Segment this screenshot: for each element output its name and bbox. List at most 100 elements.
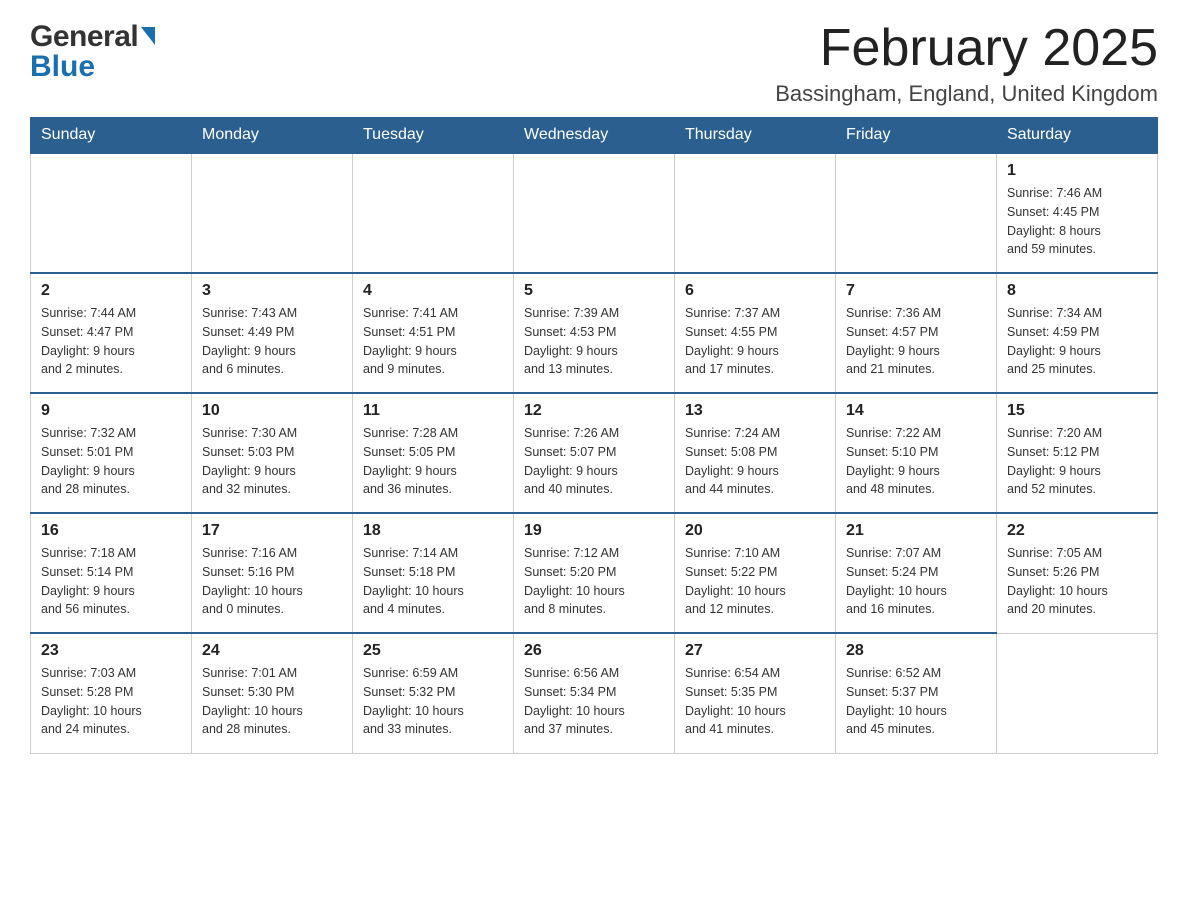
calendar-cell: 18Sunrise: 7:14 AM Sunset: 5:18 PM Dayli… <box>353 513 514 633</box>
day-number: 26 <box>524 642 664 660</box>
day-number: 8 <box>1007 282 1147 300</box>
day-info: Sunrise: 7:20 AM Sunset: 5:12 PM Dayligh… <box>1007 424 1147 499</box>
calendar-week-row: 23 Sunrise: 7:03 AM Sunset: 5:28 PM Dayli… <box>31 633 1158 753</box>
day-info: Sunrise: 7:24 AM Sunset: 5:08 PM Dayligh… <box>685 424 825 499</box>
day-info: Sunrise: 7:34 AM Sunset: 4:59 PM Dayligh… <box>1007 304 1147 379</box>
calendar-cell: 25Sunrise: 6:59 AM Sunset: 5:32 PM Dayli… <box>353 633 514 753</box>
calendar-cell <box>31 153 192 273</box>
calendar-cell: 12 Sunrise: 7:26 AM Sunset: 5:07 PM Dayli… <box>514 393 675 513</box>
day-number: 12 <box>524 402 664 420</box>
day-info: Sunrise: 6:56 AM Sunset: 5:34 PM Dayligh… <box>524 664 664 739</box>
day-number: 7 <box>846 282 986 300</box>
day-info: Sunrise: 7:16 AM Sunset: 5:16 PM Dayligh… <box>202 544 342 619</box>
calendar-cell <box>997 633 1158 753</box>
calendar-cell: 4 Sunrise: 7:41 AM Sunset: 4:51 PM Daylig… <box>353 273 514 393</box>
day-info: Sunrise: 7:46 AM Sunset: 4:45 PM Dayligh… <box>1007 184 1147 259</box>
day-number: 27 <box>685 642 825 660</box>
day-number: 2 <box>41 282 181 300</box>
calendar-week-row: 9 Sunrise: 7:32 AM Sunset: 5:01 PM Daylig… <box>31 393 1158 513</box>
calendar-cell: 13 Sunrise: 7:24 AM Sunset: 5:08 PM Dayli… <box>675 393 836 513</box>
day-info: Sunrise: 7:44 AM Sunset: 4:47 PM Dayligh… <box>41 304 181 379</box>
page-header: General Blue February 2025 Bassingham, E… <box>30 20 1158 107</box>
calendar-title: February 2025 <box>775 20 1158 77</box>
day-number: 11 <box>363 402 503 420</box>
day-info: Sunrise: 6:52 AM Sunset: 5:37 PM Dayligh… <box>846 664 986 739</box>
day-number: 6 <box>685 282 825 300</box>
day-number: 14 <box>846 402 986 420</box>
day-info: Sunrise: 7:32 AM Sunset: 5:01 PM Dayligh… <box>41 424 181 499</box>
calendar-week-row: 1 Sunrise: 7:46 AM Sunset: 4:45 PM Daylig… <box>31 153 1158 273</box>
calendar-cell: 5 Sunrise: 7:39 AM Sunset: 4:53 PM Daylig… <box>514 273 675 393</box>
day-header-thursday: Thursday <box>675 118 836 154</box>
logo-general-text: General <box>30 20 138 54</box>
day-header-friday: Friday <box>836 118 997 154</box>
calendar-cell: 24 Sunrise: 7:01 AM Sunset: 5:30 PM Dayli… <box>192 633 353 753</box>
day-info: Sunrise: 7:10 AM Sunset: 5:22 PM Dayligh… <box>685 544 825 619</box>
day-info: Sunrise: 7:36 AM Sunset: 4:57 PM Dayligh… <box>846 304 986 379</box>
calendar-cell <box>836 153 997 273</box>
calendar-cell: 8 Sunrise: 7:34 AM Sunset: 4:59 PM Daylig… <box>997 273 1158 393</box>
day-info: Sunrise: 7:14 AM Sunset: 5:18 PM Dayligh… <box>363 544 503 619</box>
day-number: 23 <box>41 642 181 660</box>
day-info: Sunrise: 7:43 AM Sunset: 4:49 PM Dayligh… <box>202 304 342 379</box>
day-number: 22 <box>1007 522 1147 540</box>
calendar-cell: 9 Sunrise: 7:32 AM Sunset: 5:01 PM Daylig… <box>31 393 192 513</box>
title-section: February 2025 Bassingham, England, Unite… <box>775 20 1158 107</box>
day-number: 17 <box>202 522 342 540</box>
day-number: 15 <box>1007 402 1147 420</box>
calendar-cell: 1 Sunrise: 7:46 AM Sunset: 4:45 PM Daylig… <box>997 153 1158 273</box>
calendar-cell: 3Sunrise: 7:43 AM Sunset: 4:49 PM Daylig… <box>192 273 353 393</box>
calendar-week-row: 16 Sunrise: 7:18 AM Sunset: 5:14 PM Dayli… <box>31 513 1158 633</box>
day-info: Sunrise: 7:41 AM Sunset: 4:51 PM Dayligh… <box>363 304 503 379</box>
day-header-saturday: Saturday <box>997 118 1158 154</box>
calendar-cell <box>675 153 836 273</box>
day-info: Sunrise: 7:03 AM Sunset: 5:28 PM Dayligh… <box>41 664 181 739</box>
day-info: Sunrise: 7:22 AM Sunset: 5:10 PM Dayligh… <box>846 424 986 499</box>
day-header-sunday: Sunday <box>31 118 192 154</box>
calendar-cell: 7 Sunrise: 7:36 AM Sunset: 4:57 PM Daylig… <box>836 273 997 393</box>
calendar-header-row: SundayMondayTuesdayWednesdayThursdayFrid… <box>31 118 1158 154</box>
logo-blue-text: Blue <box>30 50 155 84</box>
day-number: 9 <box>41 402 181 420</box>
day-info: Sunrise: 7:26 AM Sunset: 5:07 PM Dayligh… <box>524 424 664 499</box>
calendar-cell: 17 Sunrise: 7:16 AM Sunset: 5:16 PM Dayli… <box>192 513 353 633</box>
calendar-cell: 19 Sunrise: 7:12 AM Sunset: 5:20 PM Dayli… <box>514 513 675 633</box>
calendar-cell: 14 Sunrise: 7:22 AM Sunset: 5:10 PM Dayli… <box>836 393 997 513</box>
day-info: Sunrise: 7:01 AM Sunset: 5:30 PM Dayligh… <box>202 664 342 739</box>
day-info: Sunrise: 7:12 AM Sunset: 5:20 PM Dayligh… <box>524 544 664 619</box>
calendar-cell: 23 Sunrise: 7:03 AM Sunset: 5:28 PM Dayli… <box>31 633 192 753</box>
day-info: Sunrise: 7:07 AM Sunset: 5:24 PM Dayligh… <box>846 544 986 619</box>
day-info: Sunrise: 7:39 AM Sunset: 4:53 PM Dayligh… <box>524 304 664 379</box>
day-number: 1 <box>1007 162 1147 180</box>
day-number: 16 <box>41 522 181 540</box>
calendar-cell: 16 Sunrise: 7:18 AM Sunset: 5:14 PM Dayli… <box>31 513 192 633</box>
logo: General Blue <box>30 20 155 84</box>
day-header-monday: Monday <box>192 118 353 154</box>
logo-triangle-icon <box>141 27 155 45</box>
day-number: 13 <box>685 402 825 420</box>
calendar-cell: 2 Sunrise: 7:44 AM Sunset: 4:47 PM Daylig… <box>31 273 192 393</box>
calendar-cell <box>514 153 675 273</box>
calendar-cell: 6Sunrise: 7:37 AM Sunset: 4:55 PM Daylig… <box>675 273 836 393</box>
day-info: Sunrise: 7:18 AM Sunset: 5:14 PM Dayligh… <box>41 544 181 619</box>
calendar-cell <box>192 153 353 273</box>
day-info: Sunrise: 6:59 AM Sunset: 5:32 PM Dayligh… <box>363 664 503 739</box>
calendar-table: SundayMondayTuesdayWednesdayThursdayFrid… <box>30 117 1158 754</box>
day-number: 28 <box>846 642 986 660</box>
calendar-cell <box>353 153 514 273</box>
day-header-wednesday: Wednesday <box>514 118 675 154</box>
day-info: Sunrise: 7:28 AM Sunset: 5:05 PM Dayligh… <box>363 424 503 499</box>
calendar-cell: 20Sunrise: 7:10 AM Sunset: 5:22 PM Dayli… <box>675 513 836 633</box>
day-number: 4 <box>363 282 503 300</box>
calendar-cell: 11 Sunrise: 7:28 AM Sunset: 5:05 PM Dayli… <box>353 393 514 513</box>
calendar-cell: 21Sunrise: 7:07 AM Sunset: 5:24 PM Dayli… <box>836 513 997 633</box>
day-number: 5 <box>524 282 664 300</box>
calendar-cell: 22Sunrise: 7:05 AM Sunset: 5:26 PM Dayli… <box>997 513 1158 633</box>
calendar-cell: 27Sunrise: 6:54 AM Sunset: 5:35 PM Dayli… <box>675 633 836 753</box>
calendar-cell: 10 Sunrise: 7:30 AM Sunset: 5:03 PM Dayli… <box>192 393 353 513</box>
day-number: 19 <box>524 522 664 540</box>
day-number: 24 <box>202 642 342 660</box>
day-number: 10 <box>202 402 342 420</box>
calendar-subtitle: Bassingham, England, United Kingdom <box>775 81 1158 107</box>
day-info: Sunrise: 7:30 AM Sunset: 5:03 PM Dayligh… <box>202 424 342 499</box>
